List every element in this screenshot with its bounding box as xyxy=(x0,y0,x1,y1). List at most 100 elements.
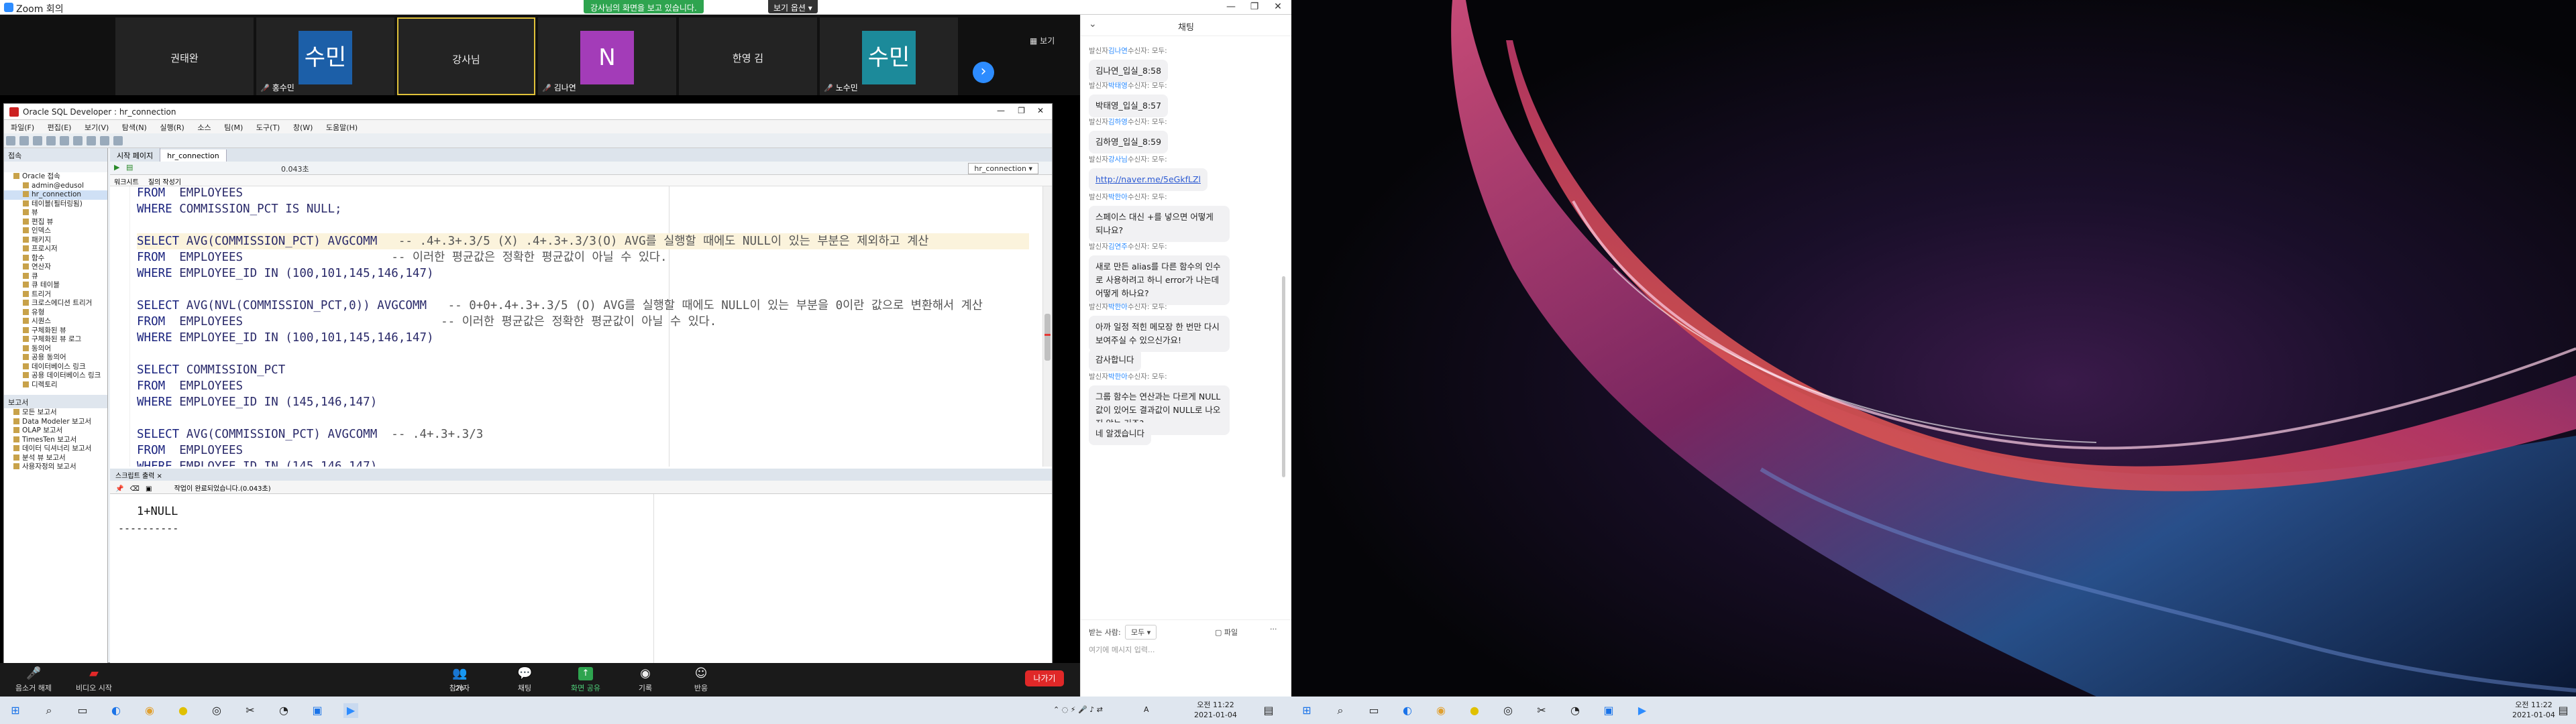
report-item[interactable]: TimesTen 보고서 xyxy=(4,436,107,445)
chat-button[interactable]: 💬 채팅 xyxy=(494,667,555,693)
participant-tile[interactable]: 수민 🎤̸ 홍수민 xyxy=(256,17,394,95)
report-item[interactable]: 모든 보고서 xyxy=(4,408,107,418)
tree-item[interactable]: 데이터베이스 링크 xyxy=(4,363,107,372)
clock[interactable]: 오전 11:22 2021-01-04 xyxy=(2512,700,2555,720)
code-line[interactable] xyxy=(137,346,1029,362)
participant-tile[interactable]: 권태완 xyxy=(115,17,254,95)
run-statement-icon[interactable]: ▶ xyxy=(114,163,119,172)
edge-icon[interactable]: ◐ xyxy=(1400,703,1415,718)
sql-editor[interactable]: FROM EMPLOYEES WHERE COMMISSION_PCT IS NU… xyxy=(110,186,1052,467)
participant-tile[interactable]: 한영 김 xyxy=(679,17,817,95)
code-line[interactable] xyxy=(137,282,1029,298)
chat-input[interactable]: 여기에 메시지 입력... xyxy=(1089,644,1155,655)
tab-worksheet[interactable]: 워크시트 xyxy=(114,179,139,186)
save-all-icon[interactable] xyxy=(46,136,56,145)
participant-tile[interactable]: N 🎤̸ 김나연 xyxy=(538,17,676,95)
participant-tile[interactable]: 수민 🎤̸ 노수민 xyxy=(820,17,958,95)
app-icon[interactable]: ▣ xyxy=(1601,703,1616,718)
app-icon[interactable]: ◎ xyxy=(209,703,224,718)
code-line[interactable]: FROM EMPLOYEES xyxy=(137,378,1029,394)
tree-item[interactable]: 큐 xyxy=(4,272,107,282)
tree-item[interactable]: 뷰 xyxy=(4,208,107,218)
tab-hr-connection[interactable]: hr_connection xyxy=(160,149,227,162)
tree-item[interactable]: 동의어 xyxy=(4,345,107,354)
task-view-icon[interactable]: ▭ xyxy=(75,703,90,718)
open-icon[interactable] xyxy=(19,136,29,145)
tab-start-page[interactable]: 시작 페이지 xyxy=(110,148,161,163)
code-line[interactable]: SELECT AVG(COMMISSION_PCT) AVGCOMM -- .4… xyxy=(137,233,1029,249)
chrome-icon[interactable]: ◉ xyxy=(1434,703,1448,718)
minimize-icon[interactable]: — xyxy=(1221,1,1241,13)
tree-item[interactable]: 프로시저 xyxy=(4,245,107,254)
task-view-icon[interactable]: ▭ xyxy=(1366,703,1381,718)
tree-item[interactable]: 인덱스 xyxy=(4,227,107,236)
leave-button[interactable]: 나가기 xyxy=(1025,670,1064,686)
code-line[interactable]: FROM EMPLOYEES -- 이러한 평균값은 정확한 평균값이 아닐 수… xyxy=(137,314,1029,330)
menu-source[interactable]: 소스 xyxy=(197,123,211,132)
kakaotalk-icon[interactable]: ● xyxy=(176,703,191,718)
participants-button[interactable]: 👥20 참가자 xyxy=(429,667,490,693)
save-icon[interactable] xyxy=(33,136,42,145)
menu-run[interactable]: 실행(R) xyxy=(160,123,184,132)
view-toggle-button[interactable]: ▦ 보기 xyxy=(1030,35,1055,46)
more-icon[interactable]: ··· xyxy=(1270,625,1277,634)
start-icon[interactable]: ⊞ xyxy=(8,703,23,718)
report-item[interactable]: Data Modeler 보고서 xyxy=(4,418,107,427)
unmute-button[interactable]: 🎤 음소거 해제 xyxy=(3,667,64,693)
zoom-taskbar-icon[interactable]: ▶ xyxy=(343,703,358,718)
report-item[interactable]: 분석 뷰 보고서 xyxy=(4,454,107,463)
tree-item[interactable]: 함수 xyxy=(4,254,107,263)
tree-item[interactable]: 유형 xyxy=(4,308,107,318)
menu-team[interactable]: 팀(M) xyxy=(224,123,243,132)
kakaotalk-icon[interactable]: ● xyxy=(1467,703,1482,718)
script-output-tab[interactable]: 스크립트 출력 × xyxy=(110,469,1052,481)
tray-icons[interactable]: ⌃ ◌ ⚡ 🎤 ♪ ⇄ xyxy=(1053,705,1103,715)
menu-edit[interactable]: 편집(E) xyxy=(48,123,72,132)
run-script-icon[interactable]: ▤ xyxy=(126,163,133,172)
ime-indicator[interactable]: A xyxy=(1144,705,1149,715)
record-button[interactable]: ◉ 기록 xyxy=(615,667,676,693)
close-icon[interactable]: ✕ xyxy=(1268,1,1288,13)
tab-query-builder[interactable]: 질의 작성기 xyxy=(148,179,181,186)
code-line[interactable]: FROM EMPLOYEES -- 이러한 평균값은 정확한 평균값이 아닐 수… xyxy=(137,249,1029,265)
undo-icon[interactable] xyxy=(60,136,69,145)
menu-window[interactable]: 창(W) xyxy=(293,123,313,132)
tree-item[interactable]: admin@edusol xyxy=(4,182,107,191)
tree-item[interactable]: 구체화된 뷰 xyxy=(4,326,107,336)
notification-icon[interactable]: ▤ xyxy=(2556,703,2571,718)
code-line[interactable]: SELECT AVG(NVL(COMMISSION_PCT,0)) AVGCOM… xyxy=(137,298,1029,314)
redo-icon[interactable] xyxy=(73,136,83,145)
reactions-button[interactable]: ☺ 반응 xyxy=(671,667,731,693)
sql-icon[interactable] xyxy=(113,136,123,145)
search-icon[interactable]: ⌕ xyxy=(1333,703,1348,718)
code-line[interactable]: WHERE EMPLOYEE_ID IN (100,101,145,146,14… xyxy=(137,265,1029,282)
app-icon[interactable]: ✂ xyxy=(243,703,258,718)
close-icon[interactable]: ✕ xyxy=(1037,106,1044,115)
menu-navigate[interactable]: 탐색(N) xyxy=(122,123,147,132)
maximize-icon[interactable]: ❐ xyxy=(1018,106,1025,115)
code-line[interactable]: WHERE EMPLOYEE_ID IN (145,146,147) xyxy=(137,394,1029,410)
tree-item[interactable]: 크로스에디션 트리거 xyxy=(4,299,107,308)
edge-icon[interactable]: ◐ xyxy=(109,703,123,718)
code-line[interactable] xyxy=(137,217,1029,233)
menu-view[interactable]: 보기(V) xyxy=(85,123,109,132)
search-icon[interactable]: ⌕ xyxy=(42,703,56,718)
code-line[interactable]: WHERE EMPLOYEE_ID IN (145,146,147) xyxy=(137,459,1029,467)
app-icon[interactable]: ◎ xyxy=(1501,703,1515,718)
report-item[interactable]: 사용자정의 보고서 xyxy=(4,463,107,472)
next-page-icon[interactable]: › xyxy=(973,62,994,83)
app-icon[interactable]: ◔ xyxy=(1568,703,1582,718)
code-lines[interactable]: FROM EMPLOYEES WHERE COMMISSION_PCT IS NU… xyxy=(137,186,1029,467)
minimize-icon[interactable]: — xyxy=(997,106,1005,115)
tree-item[interactable]: 시퀀스 xyxy=(4,317,107,326)
connection-select[interactable]: hr_connection ▾ xyxy=(968,163,1038,174)
code-line[interactable] xyxy=(137,410,1029,426)
tree-item[interactable]: 큐 테이블 xyxy=(4,281,107,290)
new-icon[interactable] xyxy=(6,136,15,145)
clear-icon[interactable]: ⌫ xyxy=(130,485,140,493)
notification-icon[interactable]: ▤ xyxy=(1261,703,1276,718)
tree-item[interactable]: 공용 데이터베이스 링크 xyxy=(4,371,107,381)
tree-item[interactable]: 편집 뷰 xyxy=(4,218,107,227)
app-icon[interactable]: ◔ xyxy=(276,703,291,718)
editor-scrollbar[interactable] xyxy=(1042,186,1052,467)
